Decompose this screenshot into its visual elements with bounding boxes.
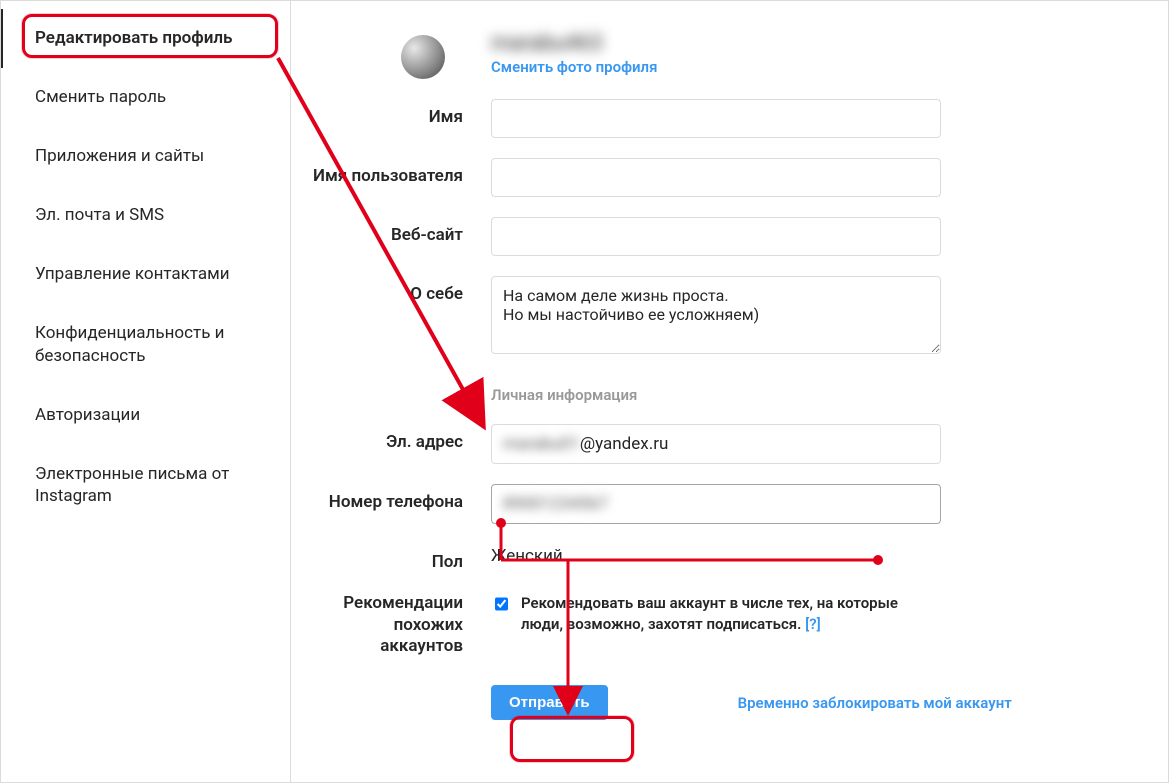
row-private-heading: Личная информация [311, 378, 1118, 418]
label-bio: О себе [311, 276, 491, 305]
label-recommend: Рекомендации похожих аккаунтов [311, 593, 491, 657]
email-input[interactable]: marabu01 @yandex.ru [491, 424, 941, 464]
username-display: marabu463 [491, 31, 941, 56]
row-bio: О себе [311, 276, 1118, 358]
row-username: Имя пользователя [311, 158, 1118, 197]
email-domain: @yandex.ru [580, 434, 668, 454]
gender-value[interactable]: Женский [491, 544, 941, 566]
sidebar-item-manage-contacts[interactable]: Управление контактами [1, 245, 290, 304]
email-local-blurred: marabu01 [503, 434, 580, 454]
name-input[interactable] [491, 99, 941, 138]
private-info-heading: Личная информация [491, 386, 941, 404]
bio-input[interactable] [491, 276, 941, 354]
label-username: Имя пользователя [311, 158, 491, 187]
recommend-checkbox[interactable] [495, 596, 508, 612]
change-photo-link[interactable]: Сменить фото профиля [491, 58, 941, 76]
row-submit: Отправить Временно заблокировать мой акк… [311, 685, 1118, 720]
username-input[interactable] [491, 158, 941, 197]
label-gender: Пол [311, 544, 491, 573]
sidebar-item-apps-websites[interactable]: Приложения и сайты [1, 127, 290, 186]
row-gender: Пол Женский [311, 544, 1118, 573]
label-name: Имя [311, 99, 491, 128]
profile-header-row: marabu463 Сменить фото профиля [311, 31, 1118, 79]
label-website: Веб-сайт [311, 217, 491, 246]
sidebar-item-privacy-security[interactable]: Конфиденциальность и безопасность [1, 304, 290, 386]
row-email: Эл. адрес marabu01 @yandex.ru [311, 424, 1118, 464]
settings-container: Редактировать профиль Сменить пароль При… [0, 0, 1169, 783]
label-phone: Номер телефона [311, 484, 491, 513]
sidebar-item-change-password[interactable]: Сменить пароль [1, 68, 290, 127]
row-name: Имя [311, 99, 1118, 138]
recommend-text: Рекомендовать ваш аккаунт в числе тех, н… [521, 593, 941, 634]
row-recommend: Рекомендации похожих аккаунтов Рекомендо… [311, 593, 1118, 657]
website-input[interactable] [491, 217, 941, 256]
content: marabu463 Сменить фото профиля Имя Имя п… [291, 1, 1168, 782]
sidebar-item-email-sms[interactable]: Эл. почта и SMS [1, 186, 290, 245]
sidebar-item-emails-from-instagram[interactable]: Электронные письма от Instagram [1, 445, 290, 527]
avatar[interactable] [401, 35, 445, 79]
row-website: Веб-сайт [311, 217, 1118, 256]
sidebar-item-edit-profile[interactable]: Редактировать профиль [1, 9, 290, 68]
disable-account-link[interactable]: Временно заблокировать мой аккаунт [738, 694, 1012, 712]
phone-blurred: 89001234567 [503, 494, 608, 514]
row-phone: Номер телефона 89001234567 [311, 484, 1118, 524]
sidebar: Редактировать профиль Сменить пароль При… [1, 1, 291, 782]
sidebar-item-login-activity[interactable]: Авторизации [1, 386, 290, 445]
label-email: Эл. адрес [311, 424, 491, 453]
phone-input[interactable]: 89001234567 [491, 484, 941, 524]
submit-button[interactable]: Отправить [491, 685, 608, 720]
recommend-hint-link[interactable]: [?] [805, 615, 821, 633]
